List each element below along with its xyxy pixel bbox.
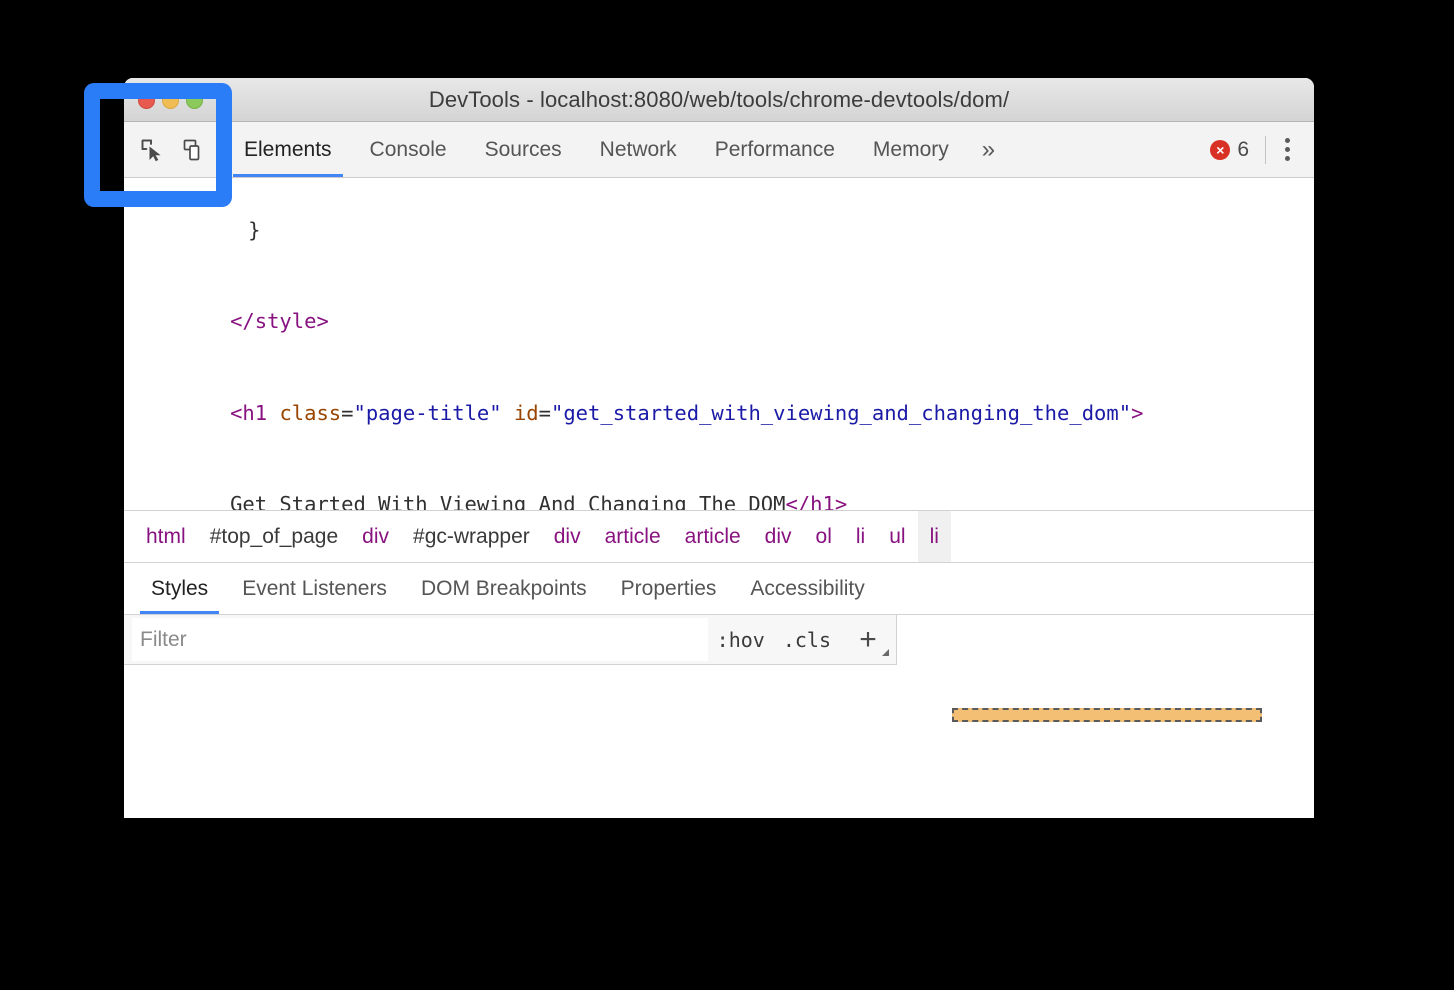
tab-memory[interactable]: Memory [854,122,968,177]
attr-name: id [514,401,539,425]
breadcrumb-item-top-of-page[interactable]: #top_of_page [198,510,350,563]
styles-filter-row: :hov .cls + [124,615,896,665]
devtools-toolbar: Elements Console Sources Network Perform… [124,122,1314,178]
tab-properties[interactable]: Properties [604,563,734,614]
tab-event-listeners-label: Event Listeners [242,577,387,601]
breadcrumb-item-div-3[interactable]: div [753,510,804,563]
breadcrumb-item-ol[interactable]: ol [804,510,844,563]
more-tabs-chevron-icon[interactable]: » [968,122,1007,177]
dom-tree-panel[interactable]: font-weight: bold; } </style> <h1 class=… [124,178,1314,510]
tab-properties-label: Properties [621,577,717,601]
error-count-label: 6 [1237,138,1249,162]
dom-line[interactable]: </style> [124,276,1314,368]
new-style-rule-button[interactable]: + [840,615,896,664]
breadcrumb-item-html[interactable]: html [134,510,198,563]
toolbar-divider [220,136,221,163]
tab-accessibility[interactable]: Accessibility [733,563,881,614]
tab-network[interactable]: Network [581,122,696,177]
tag-close: </h1> [785,492,847,510]
attr-name: class [279,401,341,425]
breadcrumb-item-li[interactable]: li [844,510,877,563]
tab-dom-breakpoints[interactable]: DOM Breakpoints [404,563,604,614]
window-title: DevTools - localhost:8080/web/tools/chro… [124,78,1314,122]
styles-pane-vertical-divider [896,615,897,665]
tab-network-label: Network [600,138,677,162]
breadcrumb-item-article-2[interactable]: article [673,510,753,563]
plus-icon: + [859,625,877,655]
styles-pane: :hov .cls + [124,615,1314,665]
breadcrumb-item-article[interactable]: article [593,510,673,563]
error-count-badge[interactable]: × 6 [1198,138,1261,162]
tab-styles[interactable]: Styles [134,563,225,614]
dom-line-h1-text[interactable]: Get Started With Viewing And Changing Th… [124,459,1314,511]
styles-sidebar-tab-list: Styles Event Listeners DOM Breakpoints P… [124,563,1314,615]
cls-toggle-button[interactable]: .cls [774,615,840,664]
tab-accessibility-label: Accessibility [750,577,864,601]
breadcrumb-item-div-2[interactable]: div [542,510,593,563]
tab-memory-label: Memory [873,138,949,162]
error-circle-icon: × [1210,140,1230,160]
breadcrumb-item-div[interactable]: div [350,510,401,563]
kebab-menu-icon[interactable] [1270,133,1304,167]
window-titlebar: DevTools - localhost:8080/web/tools/chro… [124,78,1314,122]
tab-dom-breakpoints-label: DOM Breakpoints [421,577,587,601]
tab-console[interactable]: Console [351,122,466,177]
tab-console-label: Console [370,138,447,162]
hov-toggle-button[interactable]: :hov [708,615,774,664]
breadcrumb-item-ul[interactable]: ul [877,510,917,563]
dom-line[interactable]: } [124,184,1314,276]
inspect-element-icon[interactable] [138,136,166,164]
box-model-diagram [952,708,1262,722]
panel-tab-list: Elements Console Sources Network Perform… [225,122,1198,177]
dom-text-node: Get Started With Viewing And Changing Th… [230,492,785,510]
attr-value: "page-title" [354,401,502,425]
tag-open: <h1 [230,401,267,425]
toolbar-right-divider [1265,136,1266,164]
tab-styles-label: Styles [151,577,208,601]
tab-elements[interactable]: Elements [225,122,351,177]
device-toolbar-icon[interactable] [180,136,208,164]
tab-performance[interactable]: Performance [696,122,854,177]
dom-line-h1[interactable]: <h1 class="page-title" id="get_started_w… [124,367,1314,459]
dom-line-text: </style> [230,309,329,333]
devtools-window: DevTools - localhost:8080/web/tools/chro… [124,78,1314,818]
tab-sources[interactable]: Sources [466,122,581,177]
toolbar-icon-group [124,122,216,177]
attr-value: "get_started_with_viewing_and_changing_t… [551,401,1131,425]
toolbar-right-group: × 6 [1198,122,1314,177]
styles-filter-input[interactable] [132,618,708,661]
breadcrumb-item-gc-wrapper[interactable]: #gc-wrapper [401,510,542,563]
breadcrumb-item-li-selected[interactable]: li [918,510,951,563]
tab-performance-label: Performance [715,138,835,162]
tab-elements-label: Elements [244,138,332,162]
breadcrumb: html #top_of_page div #gc-wrapper div ar… [124,510,1314,563]
tag-close-bracket: > [1131,401,1143,425]
dom-line-text: } [248,218,260,242]
tab-event-listeners[interactable]: Event Listeners [225,563,404,614]
tab-sources-label: Sources [485,138,562,162]
